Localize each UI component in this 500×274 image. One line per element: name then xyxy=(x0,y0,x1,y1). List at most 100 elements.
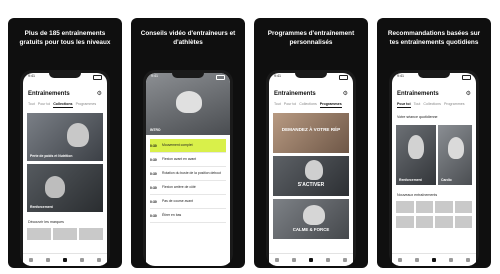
athlete-image xyxy=(67,123,89,147)
workout-thumb[interactable] xyxy=(435,201,453,213)
status-bar: 9:41 xyxy=(274,74,348,80)
status-time: 9:41 xyxy=(151,74,158,78)
home-icon[interactable] xyxy=(398,258,403,262)
profile-icon[interactable] xyxy=(96,258,101,262)
profile-icon[interactable] xyxy=(465,258,470,262)
brand-thumb[interactable] xyxy=(79,228,103,240)
tab-programs[interactable]: Programmes xyxy=(319,102,342,108)
exercise-row[interactable]: 0:30 Rotation du buste de la position de… xyxy=(150,167,226,181)
screenshot-card-1: Plus de 185 entraînements gratuits pour … xyxy=(8,18,122,268)
tab-programs[interactable]: Programmes xyxy=(76,102,97,108)
status-time: 9:41 xyxy=(274,74,281,78)
section-title: Découvrir les marques xyxy=(28,220,64,224)
recommended-card-1[interactable]: Renforcement xyxy=(396,125,436,185)
workout-thumb[interactable] xyxy=(454,216,472,228)
page-title: Entraînements xyxy=(397,91,439,97)
exercise-list: 0:30 Mouvement complet 0:30 Flexion avan… xyxy=(150,139,226,223)
tab-collections[interactable]: Collections xyxy=(53,102,73,108)
activity-icon[interactable] xyxy=(46,258,51,262)
exercise-row[interactable]: 0:30 Mouvement complet xyxy=(150,139,226,153)
workout-thumb[interactable] xyxy=(415,216,433,228)
recommended-card-label: Cardio xyxy=(441,177,452,182)
tab-collections[interactable]: Collections xyxy=(299,102,317,108)
gear-icon[interactable]: ⚙ xyxy=(97,91,102,97)
page-title: Entraînements xyxy=(28,91,70,97)
recommended-card-label: Renforcement xyxy=(399,177,422,182)
gear-icon[interactable]: ⚙ xyxy=(343,91,348,97)
tab-all[interactable]: Tout xyxy=(274,102,281,108)
program-title: S'ACTIVER xyxy=(297,182,325,188)
phone-frame: 9:41 Entraînements ⚙ Tout Pour toi Colle… xyxy=(20,70,110,266)
exercise-label: Pas de course avant xyxy=(162,198,193,203)
phone-screen: 9:41 Entraînements ⚙ Tout Pour toi Colle… xyxy=(23,73,107,266)
bottom-tab-bar xyxy=(269,253,353,266)
program-card-1[interactable]: DEMANDEZ À VOTRE RÉP xyxy=(273,113,349,153)
exercise-label: Flexion arrière de côté xyxy=(162,184,196,189)
workout-thumb[interactable] xyxy=(396,201,414,213)
program-title: DEMANDEZ À VOTRE RÉP xyxy=(281,127,341,132)
screenshot-card-4: Recommandations basées sur tes entraînem… xyxy=(377,18,491,268)
home-icon[interactable] xyxy=(29,258,34,262)
workouts-icon[interactable] xyxy=(308,258,313,262)
bottom-tab-bar xyxy=(23,253,107,266)
exercise-row[interactable]: 0:30 Flexion avant en avant xyxy=(150,153,226,167)
phone-frame: 9:41 Entraînements ⚙ Tout Pour toi Colle… xyxy=(266,70,356,266)
exercise-row[interactable]: 0:30 Flexion arrière de côté xyxy=(150,181,226,195)
tab-all[interactable]: Tout xyxy=(414,102,421,108)
tab-collections[interactable]: Collections xyxy=(423,102,441,108)
exercise-label: Mouvement complet xyxy=(162,142,193,147)
screenshot-card-2: Conseils vidéo d'entraîneurs et d'athlèt… xyxy=(131,18,245,268)
exercise-row[interactable]: 0:30 Étirer en bas xyxy=(150,209,226,223)
workouts-icon[interactable] xyxy=(62,258,67,262)
battery-icon xyxy=(93,75,102,80)
screenshot-card-3: Programmes d'entraînement personnalisés … xyxy=(254,18,368,268)
tab-for-you[interactable]: Pour toi xyxy=(38,102,50,108)
athlete-image xyxy=(305,160,323,180)
brand-thumbnails xyxy=(27,228,103,240)
phone-screen: INTRO 9:41 0:30 Mouvement complet 0:30 F… xyxy=(146,73,230,266)
home-icon[interactable] xyxy=(275,258,280,262)
workout-card-strength[interactable]: Renforcement xyxy=(27,164,103,212)
social-icon[interactable] xyxy=(448,258,453,262)
workout-card-label: Perte de poids et Nutrition xyxy=(30,153,73,158)
tab-programs[interactable]: Programmes xyxy=(444,102,465,108)
social-icon[interactable] xyxy=(79,258,84,262)
workouts-icon[interactable] xyxy=(431,258,436,262)
exercise-row[interactable]: 0:30 Pas de course avant xyxy=(150,195,226,209)
workout-thumb[interactable] xyxy=(435,216,453,228)
program-title: CALME & FORCE xyxy=(292,227,330,232)
caption: Recommandations basées sur tes entraînem… xyxy=(387,30,481,46)
phone-frame: INTRO 9:41 0:30 Mouvement complet 0:30 F… xyxy=(143,70,233,266)
exercise-time: 0:30 xyxy=(150,171,157,176)
brand-thumb[interactable] xyxy=(27,228,51,240)
battery-icon xyxy=(216,75,225,80)
profile-icon[interactable] xyxy=(342,258,347,262)
video-player[interactable]: INTRO xyxy=(146,73,230,135)
athlete-image xyxy=(408,135,424,159)
exercise-time: 0:30 xyxy=(150,199,157,204)
workout-thumb[interactable] xyxy=(415,201,433,213)
caption: Conseils vidéo d'entraîneurs et d'athlèt… xyxy=(140,30,236,46)
recommended-card-2[interactable]: Cardio xyxy=(438,125,472,185)
tab-for-you[interactable]: Pour toi xyxy=(397,102,411,108)
tab-all[interactable]: Tout xyxy=(28,102,35,108)
phone-frame: 9:41 Entraînements ⚙ Pour toi Tout Colle… xyxy=(389,70,479,266)
workout-thumb[interactable] xyxy=(454,201,472,213)
activity-icon[interactable] xyxy=(292,258,297,262)
exercise-time: 0:30 xyxy=(150,157,157,162)
gear-icon[interactable]: ⚙ xyxy=(466,91,471,97)
tab-bar: Tout Pour toi Collections Programmes xyxy=(28,102,104,108)
program-card-2[interactable]: S'ACTIVER xyxy=(273,156,349,196)
program-card-3[interactable]: CALME & FORCE xyxy=(273,199,349,239)
workout-card-label: Renforcement xyxy=(30,204,53,209)
workout-thumb[interactable] xyxy=(396,216,414,228)
athlete-image xyxy=(303,205,325,225)
tab-for-you[interactable]: Pour toi xyxy=(284,102,296,108)
activity-icon[interactable] xyxy=(415,258,420,262)
workout-card-weight-loss[interactable]: Perte de poids et Nutrition xyxy=(27,113,103,161)
social-icon[interactable] xyxy=(325,258,330,262)
phone-screen: 9:41 Entraînements ⚙ Tout Pour toi Colle… xyxy=(269,73,353,266)
bottom-tab-bar xyxy=(392,253,476,266)
tab-bar: Pour toi Tout Collections Programmes xyxy=(397,102,473,108)
brand-thumb[interactable] xyxy=(53,228,77,240)
